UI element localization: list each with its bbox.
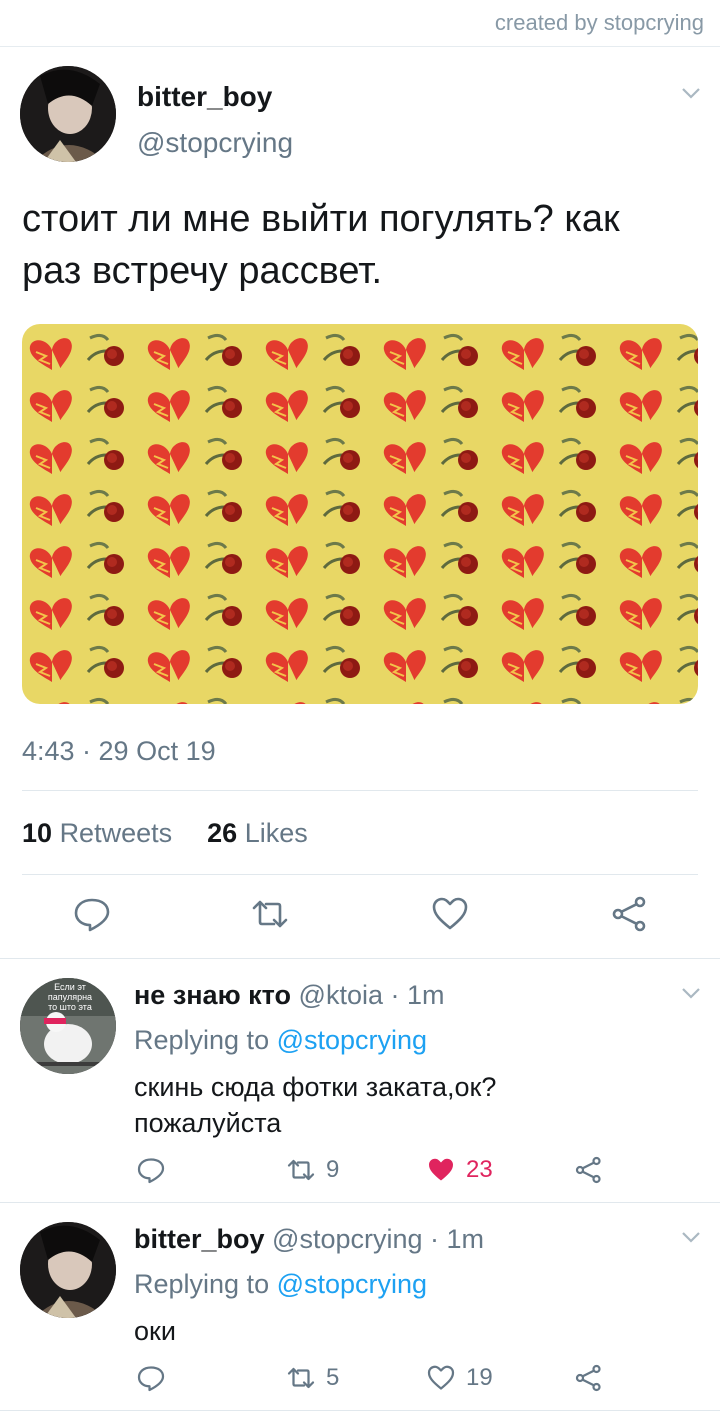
retweet-icon [287,1367,315,1389]
replying-to-link[interactable]: @stopcrying [277,1269,427,1299]
tweet-text: стоит ли мне выйти погулять? как раз вст… [22,193,702,297]
reply-author-handle[interactable]: @ktoia [299,980,383,1010]
avatar[interactable] [20,1222,116,1318]
avatar-caption: Если эт [54,982,86,992]
tweet-text-line: раз встречу рассвет. [22,250,382,292]
engagement-counts: 10 Retweets 26 Likes [22,818,308,849]
reply-author-name[interactable]: bitter_boy [134,1224,265,1254]
likes-stat[interactable]: 26 Likes [207,818,308,848]
tweet-text-line: стоит ли мне выйти погулять? как [22,198,620,240]
reply-author-name[interactable]: не знаю кто [134,980,291,1010]
replying-label: Replying to [134,1269,270,1299]
chevron-down-icon[interactable] [680,982,702,1004]
share-icon [575,1156,601,1184]
reply-icon[interactable] [72,894,112,934]
reply-text-line: скинь сюда фотки заката,ок? [134,1072,497,1102]
divider [22,874,698,875]
heart-filled-icon [429,1158,453,1181]
share-button[interactable] [574,1152,604,1188]
replying-label: Replying to [134,1025,270,1055]
replying-to: Replying to @stopcrying [134,1025,427,1056]
like-button[interactable]: 23 [426,1152,493,1188]
retweet-icon [287,1159,315,1181]
reply-button[interactable] [136,1152,166,1188]
reply-time: · 1m [390,980,445,1010]
tweet-actions [0,894,720,934]
retweet-count: 9 [326,1156,340,1183]
reply-author-handle[interactable]: @stopcrying [272,1224,422,1254]
divider [0,958,720,959]
divider [0,46,720,47]
share-button[interactable] [574,1360,604,1396]
divider [0,1410,720,1411]
reply-actions: 5 19 [0,1360,720,1396]
like-button[interactable]: 19 [426,1360,493,1396]
reply-header: bitter_boy @stopcrying · 1m [134,1224,484,1255]
chevron-down-icon[interactable] [680,1226,702,1248]
credit-label: created by stopcrying [494,10,704,35]
retweet-button[interactable]: 5 [286,1360,339,1396]
reply-button[interactable] [136,1360,166,1396]
reply-actions: 9 23 [0,1152,720,1188]
reply-icon [137,1366,165,1392]
like-count: 23 [466,1156,493,1183]
share-icon [575,1364,601,1392]
avatar-caption: то што эта [48,1002,92,1012]
like-count: 19 [466,1364,493,1391]
reply-header: не знаю кто @ktoia · 1m [134,980,445,1011]
replying-to: Replying to @stopcrying [134,1269,427,1300]
like-icon[interactable] [430,894,470,934]
reply-icon [137,1158,165,1184]
reply-text: скинь сюда фотки заката,ок? пожалуйста [134,1069,496,1141]
share-icon[interactable] [610,894,650,934]
author-name[interactable]: bitter_boy [137,81,272,113]
retweet-button[interactable]: 9 [286,1152,339,1188]
reply-text-line: пожалуйста [134,1108,282,1138]
retweets-stat[interactable]: 10 Retweets [22,818,172,848]
reply-time: · 1m [430,1224,485,1254]
divider [22,790,698,791]
retweet-count: 5 [326,1364,340,1391]
avatar-caption: папулярна [48,992,92,1002]
like-icon [427,1365,455,1390]
avatar[interactable] [20,66,116,162]
tweet-media-image[interactable] [22,324,698,704]
chevron-down-icon[interactable] [680,82,702,104]
reply-text: оки [134,1313,176,1349]
divider [0,1202,720,1203]
replying-to-link[interactable]: @stopcrying [277,1025,427,1055]
retweet-icon[interactable] [250,894,290,934]
tweet-timestamp[interactable]: 4:43 · 29 Oct 19 [22,736,216,767]
avatar[interactable]: Если эт папулярна то што эта [20,978,116,1074]
author-handle[interactable]: @stopcrying [137,127,293,159]
reply-text-line: оки [134,1316,176,1346]
